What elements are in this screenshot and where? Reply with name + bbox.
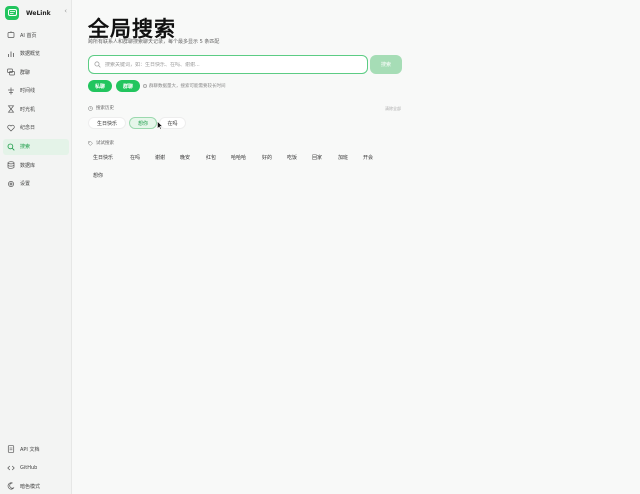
suggestion-item[interactable]: 谢谢 bbox=[155, 152, 165, 162]
suggestion-item[interactable]: 红包 bbox=[206, 152, 216, 162]
scope-hint: 群聊数据量大，搜索可能需要较长时间 bbox=[143, 83, 226, 89]
sidebar-item-github[interactable]: GitHub bbox=[3, 460, 69, 476]
sidebar-item-ai[interactable]: AI 首页 bbox=[3, 27, 69, 43]
suggestion-item[interactable]: 想你 bbox=[93, 170, 103, 180]
suggestion-item[interactable]: 开会 bbox=[363, 152, 373, 162]
brand: WeLink ‹ bbox=[5, 5, 67, 21]
scope-private-button[interactable]: 私聊 bbox=[88, 80, 112, 92]
sidebar-item-database[interactable]: 数据库 bbox=[3, 157, 69, 173]
welink-logo-icon bbox=[5, 6, 19, 20]
sidebar-item-overview[interactable]: 数据概览 bbox=[3, 46, 69, 62]
tag-icon bbox=[88, 140, 93, 146]
sidebar: WeLink ‹ AI 首页 数据概览 群聊 时间线 时光机 纪念日 搜索 数据… bbox=[0, 0, 72, 494]
suggestion-item[interactable]: 在吗 bbox=[130, 152, 140, 162]
search-box[interactable] bbox=[88, 55, 368, 74]
chevron-left-icon[interactable]: ‹ bbox=[64, 7, 67, 15]
sidebar-item-label: 群聊 bbox=[20, 69, 31, 76]
sidebar-item-label: 搜索 bbox=[20, 144, 31, 151]
search-input[interactable] bbox=[105, 61, 355, 68]
sidebar-footer: API 文档 GitHub 暗色模式 bbox=[3, 441, 69, 494]
sidebar-item-label: 暗色模式 bbox=[20, 483, 41, 490]
search-button[interactable]: 搜索 bbox=[370, 55, 402, 74]
sidebar-item-label: 时光机 bbox=[20, 106, 36, 113]
sidebar-item-label: GitHub bbox=[20, 464, 38, 471]
clear-history-link[interactable]: 清除全部 bbox=[385, 106, 401, 112]
suggestion-item[interactable]: 哈哈哈 bbox=[231, 152, 246, 162]
sidebar-item-settings[interactable]: 设置 bbox=[3, 176, 69, 192]
search-icon bbox=[94, 61, 101, 68]
history-chip[interactable]: 在吗 bbox=[159, 117, 186, 129]
scope-group-button[interactable]: 群聊 bbox=[116, 80, 140, 92]
moon-icon bbox=[7, 482, 15, 490]
sidebar-item-timeline[interactable]: 时间线 bbox=[3, 83, 69, 99]
sidebar-item-dark-mode[interactable]: 暗色模式 bbox=[3, 478, 69, 494]
sidebar-item-timemachine[interactable]: 时光机 bbox=[3, 101, 69, 117]
sidebar-item-groups[interactable]: 群聊 bbox=[3, 64, 69, 80]
code-icon bbox=[7, 465, 15, 470]
app-name: WeLink bbox=[26, 9, 51, 17]
sidebar-item-search[interactable]: 搜索 bbox=[3, 138, 69, 155]
sidebar-nav: AI 首页 数据概览 群聊 时间线 时光机 纪念日 搜索 数据库 设置 bbox=[3, 27, 69, 194]
suggestions-section-label: 试试搜索 bbox=[88, 140, 114, 146]
sidebar-item-memorial[interactable]: 纪念日 bbox=[3, 120, 69, 136]
sidebar-item-label: 数据概览 bbox=[20, 51, 41, 58]
suggestion-item[interactable]: 加班 bbox=[338, 152, 348, 162]
sidebar-item-api[interactable]: API 文档 bbox=[3, 441, 69, 457]
sidebar-item-label: 纪念日 bbox=[20, 125, 36, 132]
history-chip[interactable]: 生日快乐 bbox=[88, 117, 126, 129]
bar-chart-icon bbox=[8, 51, 14, 57]
doc-icon bbox=[7, 445, 15, 453]
suggestion-item[interactable]: 回家 bbox=[312, 152, 322, 162]
suggestions-label: 试试搜索 bbox=[96, 141, 114, 146]
sidebar-item-label: API 文档 bbox=[20, 446, 40, 453]
history-section-label: 搜索历史 bbox=[88, 105, 114, 111]
sidebar-item-label: AI 首页 bbox=[20, 32, 37, 39]
timeline-icon bbox=[8, 87, 14, 95]
gear-icon bbox=[8, 180, 14, 187]
mouse-cursor-icon bbox=[157, 121, 163, 130]
hourglass-icon bbox=[7, 105, 15, 113]
sparkle-icon bbox=[7, 31, 15, 38]
chat-bubbles-icon bbox=[7, 68, 15, 76]
suggestion-item[interactable]: 生日快乐 bbox=[93, 152, 113, 162]
info-icon bbox=[143, 84, 147, 88]
main-content: 全局搜索 跨所有联系人和群聊搜索聊天记录，每个最多显示 5 条匹配 搜索 私聊 … bbox=[72, 0, 640, 494]
suggestion-item[interactable]: 吃饭 bbox=[287, 152, 297, 162]
sidebar-item-label: 时间线 bbox=[20, 88, 36, 95]
history-chip[interactable]: 想你 bbox=[129, 117, 157, 129]
heart-icon bbox=[7, 124, 15, 132]
clock-icon bbox=[88, 105, 93, 111]
page-subtitle: 跨所有联系人和群聊搜索聊天记录，每个最多显示 5 条匹配 bbox=[88, 39, 220, 45]
scope-hint-text: 群聊数据量大，搜索可能需要较长时间 bbox=[149, 84, 226, 89]
sidebar-item-label: 数据库 bbox=[20, 162, 36, 169]
history-label: 搜索历史 bbox=[96, 106, 114, 111]
suggestion-item[interactable]: 好的 bbox=[262, 152, 272, 162]
database-icon bbox=[7, 161, 15, 169]
suggestion-item[interactable]: 晚安 bbox=[180, 152, 190, 162]
sidebar-item-label: 设置 bbox=[20, 181, 31, 188]
search-icon bbox=[7, 143, 15, 151]
